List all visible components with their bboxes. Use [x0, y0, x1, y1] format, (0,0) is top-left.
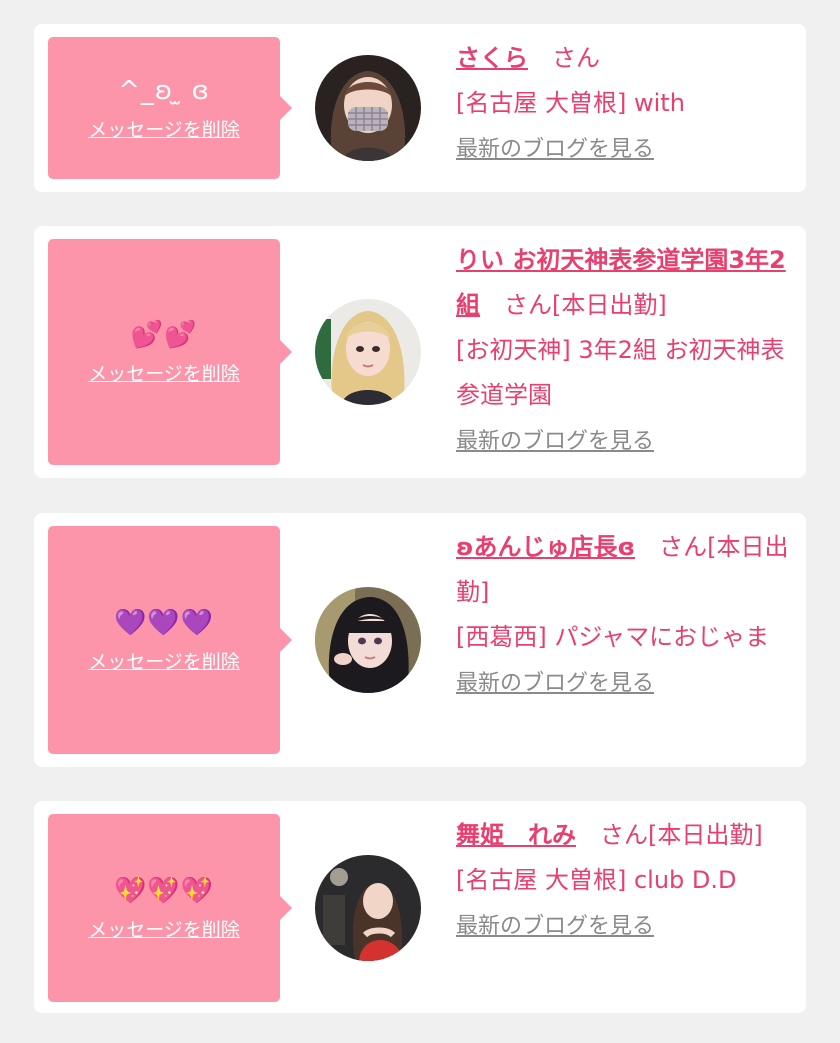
- name-line: ʚあんじゅ店長ɞ さん[本日出勤]: [456, 525, 796, 615]
- message-text: ^_ʚ ̫ ɞ: [118, 75, 210, 106]
- delete-message-link[interactable]: メッセージを削除: [88, 915, 240, 942]
- status-text: [本日出勤]: [648, 821, 763, 849]
- message-text: 💖💖💖: [113, 875, 215, 906]
- honorific-text: さん: [552, 44, 600, 72]
- message-card: 💜💜💜 メッセージを削除 ʚあんじゅ店長ɞ さん[本日出勤] [西葛西] パジャマ…: [34, 513, 806, 767]
- message-card: 💕💕 メッセージを削除 りい お初天神表参道学園3年2組 さん[本日出勤] [お初…: [34, 226, 806, 478]
- girl-name-link[interactable]: 舞姫 れみ: [456, 821, 576, 849]
- delete-message-link[interactable]: メッセージを削除: [88, 115, 240, 142]
- latest-blog-link[interactable]: 最新のブログを見る: [456, 668, 654, 700]
- message-bubble: 💕💕 メッセージを削除: [48, 239, 292, 465]
- girl-info: さくら さん [名古屋 大曽根] with 最新のブログを見る: [456, 36, 796, 166]
- honorific-text: さん: [659, 533, 708, 561]
- girl-info: ʚあんじゅ店長ɞ さん[本日出勤] [西葛西] パジャマにおじゃま 最新のブログを…: [456, 525, 796, 700]
- latest-blog-link[interactable]: 最新のブログを見る: [456, 426, 654, 458]
- shop-info-text: [名古屋 大曽根] with: [456, 89, 685, 117]
- message-bubble: 💜💜💜 メッセージを削除: [48, 526, 292, 754]
- name-line: 舞姫 れみ さん[本日出勤]: [456, 813, 796, 858]
- girl-photo-avatar-icon[interactable]: [315, 587, 421, 693]
- message-bubble: ^_ʚ ̫ ɞ メッセージを削除: [48, 37, 292, 179]
- honorific-text: さん: [600, 821, 648, 849]
- girl-info: 舞姫 れみ さん[本日出勤] [名古屋 大曽根] club D.D 最新のブログを…: [456, 813, 796, 943]
- message-bubble: 💖💖💖 メッセージを削除: [48, 814, 292, 1002]
- message-list: ^_ʚ ̫ ɞ メッセージを削除 さくら さん [名古屋 大曽根] with 最新…: [0, 0, 840, 1043]
- girl-name-link[interactable]: さくら: [456, 44, 528, 72]
- status-text: [本日出勤]: [552, 291, 667, 319]
- message-card: 💖💖💖 メッセージを削除 舞姫 れみ さん[本日出勤] [名古屋 大曽根] clu…: [34, 801, 806, 1013]
- message-text: 💕💕: [130, 319, 198, 350]
- name-line: りい お初天神表参道学園3年2組 さん[本日出勤]: [456, 238, 796, 328]
- honorific-text: さん: [504, 291, 552, 319]
- delete-message-link[interactable]: メッセージを削除: [88, 647, 240, 674]
- girl-photo-avatar-icon[interactable]: [315, 855, 421, 961]
- message-text: 💜💜💜: [113, 607, 215, 638]
- shop-info-text: [名古屋 大曽根] club D.D: [456, 866, 737, 894]
- girl-photo-avatar-icon[interactable]: [315, 299, 421, 405]
- delete-message-link[interactable]: メッセージを削除: [88, 359, 240, 386]
- name-line: さくら さん: [456, 36, 796, 81]
- message-card: ^_ʚ ̫ ɞ メッセージを削除 さくら さん [名古屋 大曽根] with 最新…: [34, 24, 806, 192]
- latest-blog-link[interactable]: 最新のブログを見る: [456, 134, 654, 166]
- shop-info-text: [西葛西] パジャマにおじゃま: [456, 623, 770, 651]
- girl-name-link[interactable]: ʚあんじゅ店長ɞ: [456, 533, 635, 561]
- girl-photo-avatar-icon[interactable]: [315, 55, 421, 161]
- shop-info-text: [お初天神] 3年2組 お初天神表参道学園: [456, 336, 785, 409]
- girl-info: りい お初天神表参道学園3年2組 さん[本日出勤] [お初天神] 3年2組 お初天…: [456, 238, 796, 458]
- latest-blog-link[interactable]: 最新のブログを見る: [456, 911, 654, 943]
